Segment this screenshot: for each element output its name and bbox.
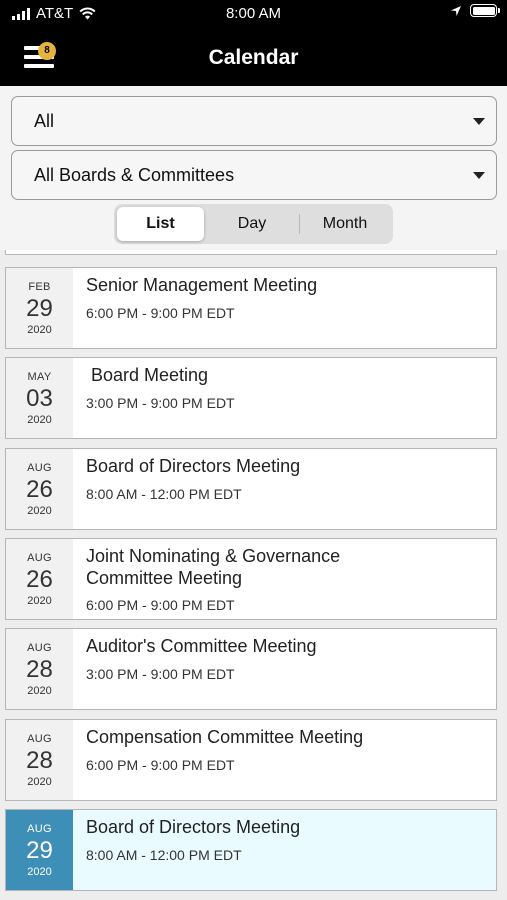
event-month: AUG (27, 462, 52, 474)
event-day: 26 (26, 476, 53, 503)
status-bar: AT&T 8:00 AM (0, 0, 507, 28)
tab-day[interactable]: Day (206, 207, 298, 241)
event-time: 6:00 PM - 9:00 PM EDT (86, 305, 235, 321)
event-item[interactable]: AUG 26 2020 Board of Directors Meeting 8… (5, 448, 497, 530)
previous-item-edge (5, 250, 497, 255)
clock: 8:00 AM (225, 5, 282, 22)
event-month: AUG (27, 733, 52, 745)
event-day: 29 (26, 837, 53, 864)
event-year: 2020 (27, 505, 52, 517)
event-item[interactable]: AUG 26 2020 Joint Nominating & Governanc… (5, 538, 497, 620)
dropdown-arrow-icon (473, 172, 485, 179)
event-time: 3:00 PM - 9:00 PM EDT (86, 395, 235, 411)
event-day: 28 (26, 656, 53, 683)
event-month: MAY (27, 371, 52, 383)
event-time: 6:00 PM - 9:00 PM EDT (86, 597, 235, 613)
filter-panel: All All Boards & Committees List Day Mon… (0, 86, 507, 250)
event-date: AUG 26 2020 (6, 449, 73, 529)
event-title: Board of Directors Meeting (86, 817, 301, 837)
event-item-selected[interactable]: AUG 29 2020 Board of Directors Meeting 8… (5, 809, 497, 891)
event-title: Senior Management Meeting (86, 275, 318, 295)
event-year: 2020 (27, 324, 52, 336)
event-day: 03 (26, 385, 53, 412)
event-month: AUG (27, 552, 52, 564)
event-title: Board of Directors Meeting (86, 456, 301, 476)
event-date: AUG 29 2020 (6, 810, 73, 890)
event-item[interactable]: AUG 28 2020 Auditor's Committee Meeting … (5, 628, 497, 710)
event-time: 3:00 PM - 9:00 PM EDT (86, 666, 235, 682)
event-day: 26 (26, 566, 53, 593)
event-year: 2020 (27, 776, 52, 788)
event-year: 2020 (27, 595, 52, 607)
app-header: 8 Calendar (0, 28, 507, 86)
event-time: 8:00 AM - 12:00 PM EDT (86, 486, 242, 502)
group-filter-value: All Boards & Committees (34, 165, 235, 185)
event-year: 2020 (27, 414, 52, 426)
tab-month[interactable]: Month (300, 207, 390, 241)
event-item[interactable]: MAY 03 2020 Board Meeting 3:00 PM - 9:00… (5, 357, 497, 439)
event-year: 2020 (27, 866, 52, 878)
event-day: 29 (26, 295, 53, 322)
battery-icon (470, 4, 500, 17)
event-item[interactable]: FEB 29 2020 Senior Management Meeting 6:… (5, 267, 497, 349)
event-month: AUG (27, 823, 52, 835)
tab-list[interactable]: List (117, 207, 204, 241)
event-title: Compensation Committee Meeting (86, 727, 364, 747)
event-time: 6:00 PM - 9:00 PM EDT (86, 757, 235, 773)
event-title: Board Meeting (86, 365, 209, 385)
type-filter-select[interactable]: All (11, 96, 497, 146)
event-list[interactable]: FEB 29 2020 Senior Management Meeting 6:… (0, 250, 507, 900)
event-time: 8:00 AM - 12:00 PM EDT (86, 847, 242, 863)
event-date: AUG 28 2020 (6, 720, 73, 800)
event-title: Joint Nominating & Governance Committee … (86, 546, 341, 588)
type-filter-value: All (34, 111, 55, 131)
event-title: Auditor's Committee Meeting (86, 636, 317, 656)
event-year: 2020 (27, 685, 52, 697)
location-icon (451, 5, 461, 16)
group-filter-select[interactable]: All Boards & Committees (11, 150, 497, 200)
event-date: FEB 29 2020 (6, 268, 73, 348)
event-date: MAY 03 2020 (6, 358, 73, 438)
view-segmented-control: List Day Month (114, 204, 393, 244)
event-month: AUG (27, 642, 52, 654)
dropdown-arrow-icon (473, 118, 485, 125)
event-day: 28 (26, 747, 53, 774)
event-item[interactable]: AUG 28 2020 Compensation Committee Meeti… (5, 719, 497, 801)
event-date: AUG 26 2020 (6, 539, 73, 619)
event-month: FEB (28, 281, 51, 293)
page-title: Calendar (208, 46, 299, 69)
event-date: AUG 28 2020 (6, 629, 73, 709)
